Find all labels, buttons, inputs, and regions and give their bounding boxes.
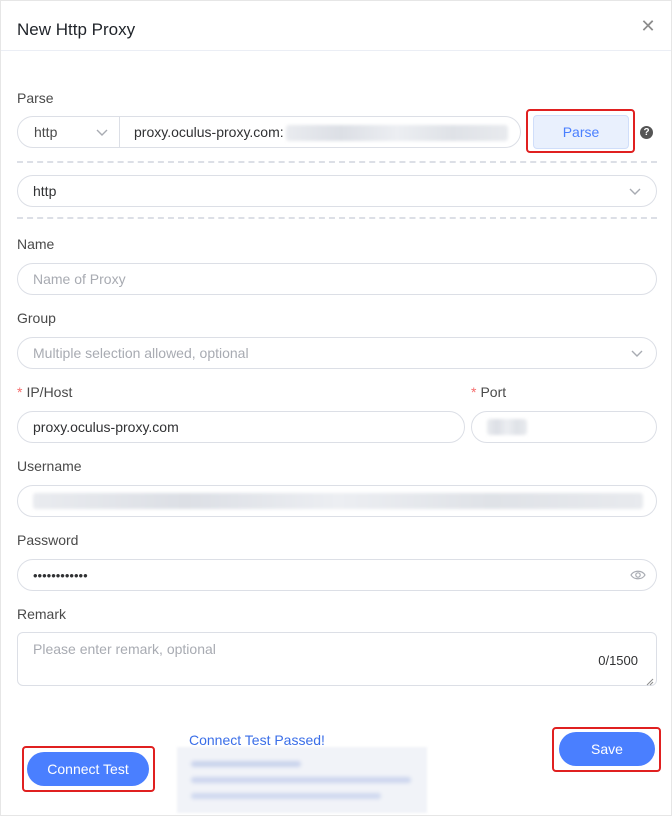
resize-handle-icon[interactable] xyxy=(644,673,654,686)
eye-icon[interactable] xyxy=(630,568,646,582)
parse-label: Parse xyxy=(17,90,54,106)
password-label: Password xyxy=(17,532,79,548)
dialog-header: New Http Proxy ✕ xyxy=(1,1,671,51)
host-label: * IP/Host xyxy=(17,384,72,400)
divider-bottom xyxy=(17,217,657,219)
host-input[interactable]: proxy.oculus-proxy.com xyxy=(17,411,465,443)
parse-url-input[interactable]: proxy.oculus-proxy.com: xyxy=(120,117,520,147)
remark-counter: 0/1500 xyxy=(598,653,638,668)
redacted-credentials xyxy=(285,125,508,142)
password-value: •••••••••••• xyxy=(33,567,88,583)
save-button[interactable]: Save xyxy=(559,732,655,766)
parse-input-group: http proxy.oculus-proxy.com: xyxy=(17,116,521,148)
username-input[interactable] xyxy=(17,485,657,517)
parse-button[interactable]: Parse xyxy=(533,115,629,149)
connect-test-status: Connect Test Passed! xyxy=(189,732,325,748)
divider-top xyxy=(17,161,657,163)
new-proxy-dialog: New Http Proxy ✕ Parse http proxy.oculus… xyxy=(0,0,672,816)
host-label-text: IP/Host xyxy=(26,384,73,400)
host-value: proxy.oculus-proxy.com xyxy=(33,419,179,435)
port-input[interactable] xyxy=(471,411,657,443)
port-label-text: Port xyxy=(480,384,507,400)
save-label: Save xyxy=(591,741,623,757)
redacted-port xyxy=(487,419,527,435)
username-label: Username xyxy=(17,458,82,474)
group-label: Group xyxy=(17,310,56,326)
parse-protocol-select[interactable]: http xyxy=(18,117,120,147)
chevron-down-icon xyxy=(628,184,642,198)
chevron-down-icon xyxy=(630,346,644,360)
required-mark: * xyxy=(17,384,23,400)
parse-protocol-value: http xyxy=(34,124,58,140)
redacted-test-details xyxy=(177,747,427,813)
password-input[interactable]: •••••••••••• xyxy=(17,559,657,591)
connect-test-button[interactable]: Connect Test xyxy=(27,752,149,786)
port-label: * Port xyxy=(471,384,506,400)
name-input[interactable]: Name of Proxy xyxy=(17,263,657,295)
name-label: Name xyxy=(17,236,55,252)
group-select[interactable]: Multiple selection allowed, optional xyxy=(17,337,657,369)
proxy-type-select[interactable]: http xyxy=(17,175,657,207)
required-mark: * xyxy=(471,384,477,400)
parse-url-value: proxy.oculus-proxy.com: xyxy=(134,124,284,140)
name-placeholder: Name of Proxy xyxy=(33,271,126,287)
proxy-type-value: http xyxy=(33,183,57,199)
remark-label: Remark xyxy=(17,606,67,622)
parse-button-label: Parse xyxy=(562,124,600,140)
remark-placeholder: Please enter remark, optional xyxy=(33,641,216,657)
group-placeholder: Multiple selection allowed, optional xyxy=(33,345,249,361)
redacted-username xyxy=(33,493,643,509)
remark-textarea[interactable]: Please enter remark, optional 0/1500 xyxy=(17,632,657,686)
connect-test-label: Connect Test xyxy=(47,761,129,777)
close-icon[interactable]: ✕ xyxy=(639,17,657,35)
chevron-down-icon xyxy=(95,125,109,139)
dialog-title: New Http Proxy xyxy=(17,20,136,39)
question-circle-icon[interactable]: ? xyxy=(640,126,653,139)
